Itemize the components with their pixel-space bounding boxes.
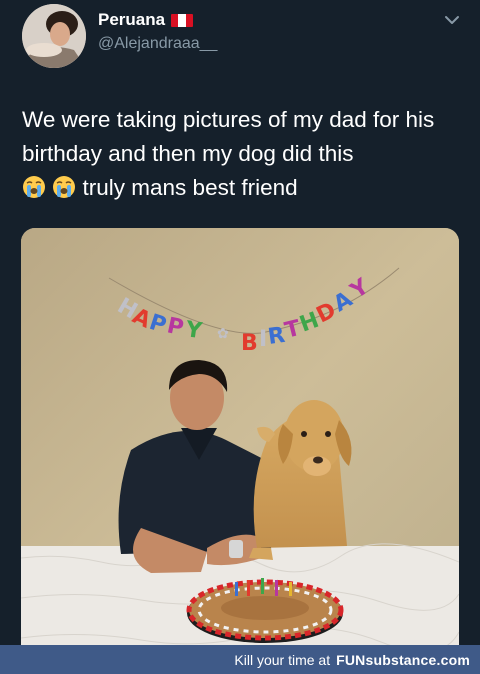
user-handle[interactable]: @Alejandraaa__	[98, 35, 217, 53]
tweet-text-tail: truly mans best friend	[82, 175, 298, 200]
birthday-photo: H A P P Y ✿ B I R T H D A Y	[21, 228, 459, 674]
footer-caption: Kill your time at	[234, 651, 331, 668]
watermark-footer: Kill your time at FUNsubstance.com	[0, 645, 480, 674]
avatar-photo	[22, 4, 86, 68]
loudly-crying-face-icon	[53, 176, 76, 198]
loudly-crying-face-icon	[23, 176, 45, 198]
tweet-text-main: We were taking pictures of my dad for hi…	[22, 107, 435, 166]
display-name-row: Peruana	[98, 10, 194, 30]
avatar[interactable]	[22, 4, 86, 68]
footer-brand[interactable]: FUNsubstance.com	[336, 652, 470, 668]
display-name[interactable]: Peruana	[98, 10, 165, 30]
svg-text:I: I	[259, 327, 267, 352]
svg-text:✿: ✿	[217, 326, 229, 342]
svg-text:B: B	[241, 331, 258, 356]
tweet-text: We were taking pictures of my dad for hi…	[22, 103, 462, 205]
peru-flag-icon	[171, 13, 194, 27]
tweet-photo[interactable]: H A P P Y ✿ B I R T H D A Y	[21, 228, 459, 674]
chevron-down-icon[interactable]	[444, 12, 460, 28]
